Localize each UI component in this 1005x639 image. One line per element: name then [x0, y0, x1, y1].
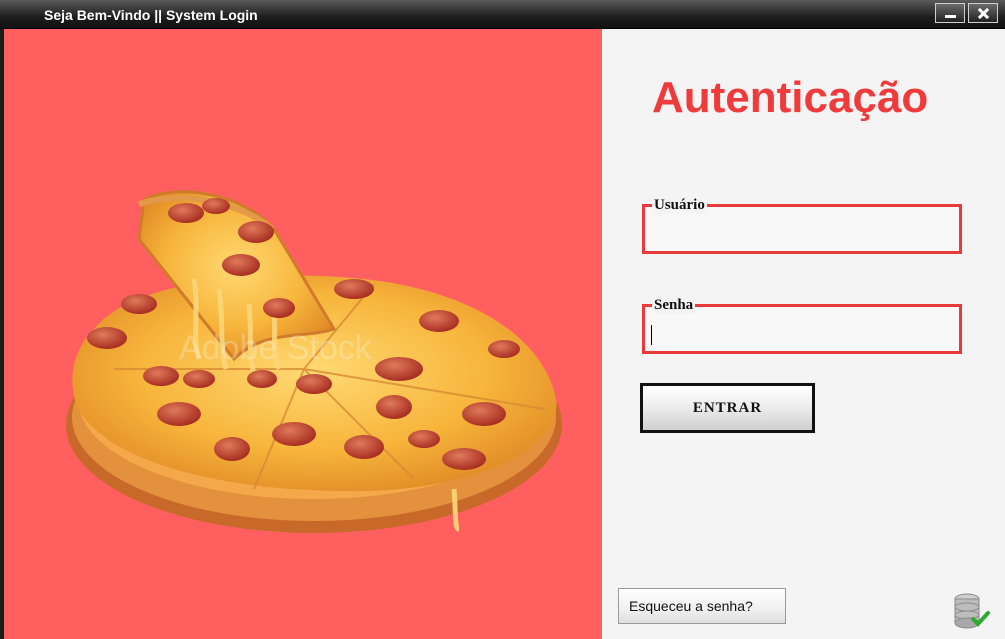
enter-button[interactable]: ENTRAR [640, 383, 815, 433]
title-bar: Seja Bem-Vindo || System Login [0, 0, 1005, 29]
window-title: Seja Bem-Vindo || System Login [44, 7, 258, 23]
username-label: Usuário [652, 197, 707, 214]
username-field-group: Usuário [642, 197, 962, 254]
close-icon[interactable] [968, 3, 998, 23]
password-field-group: Senha [642, 297, 962, 354]
minimize-icon[interactable] [935, 3, 965, 23]
watermark-text: Adobe Stock [179, 329, 373, 367]
database-check-icon [954, 593, 990, 629]
login-panel: Autenticação Usuário Senha ENTRAR Esquec… [602, 29, 1005, 639]
username-input[interactable] [651, 221, 955, 249]
image-panel: Adobe Stock [0, 29, 602, 639]
password-label: Senha [652, 297, 696, 314]
pizza-image: Adobe Stock [66, 190, 562, 533]
password-input[interactable] [651, 321, 955, 349]
page-title: Autenticação [652, 73, 929, 122]
forgot-password-button[interactable]: Esqueceu a senha? [618, 588, 786, 624]
text-cursor [651, 325, 652, 345]
